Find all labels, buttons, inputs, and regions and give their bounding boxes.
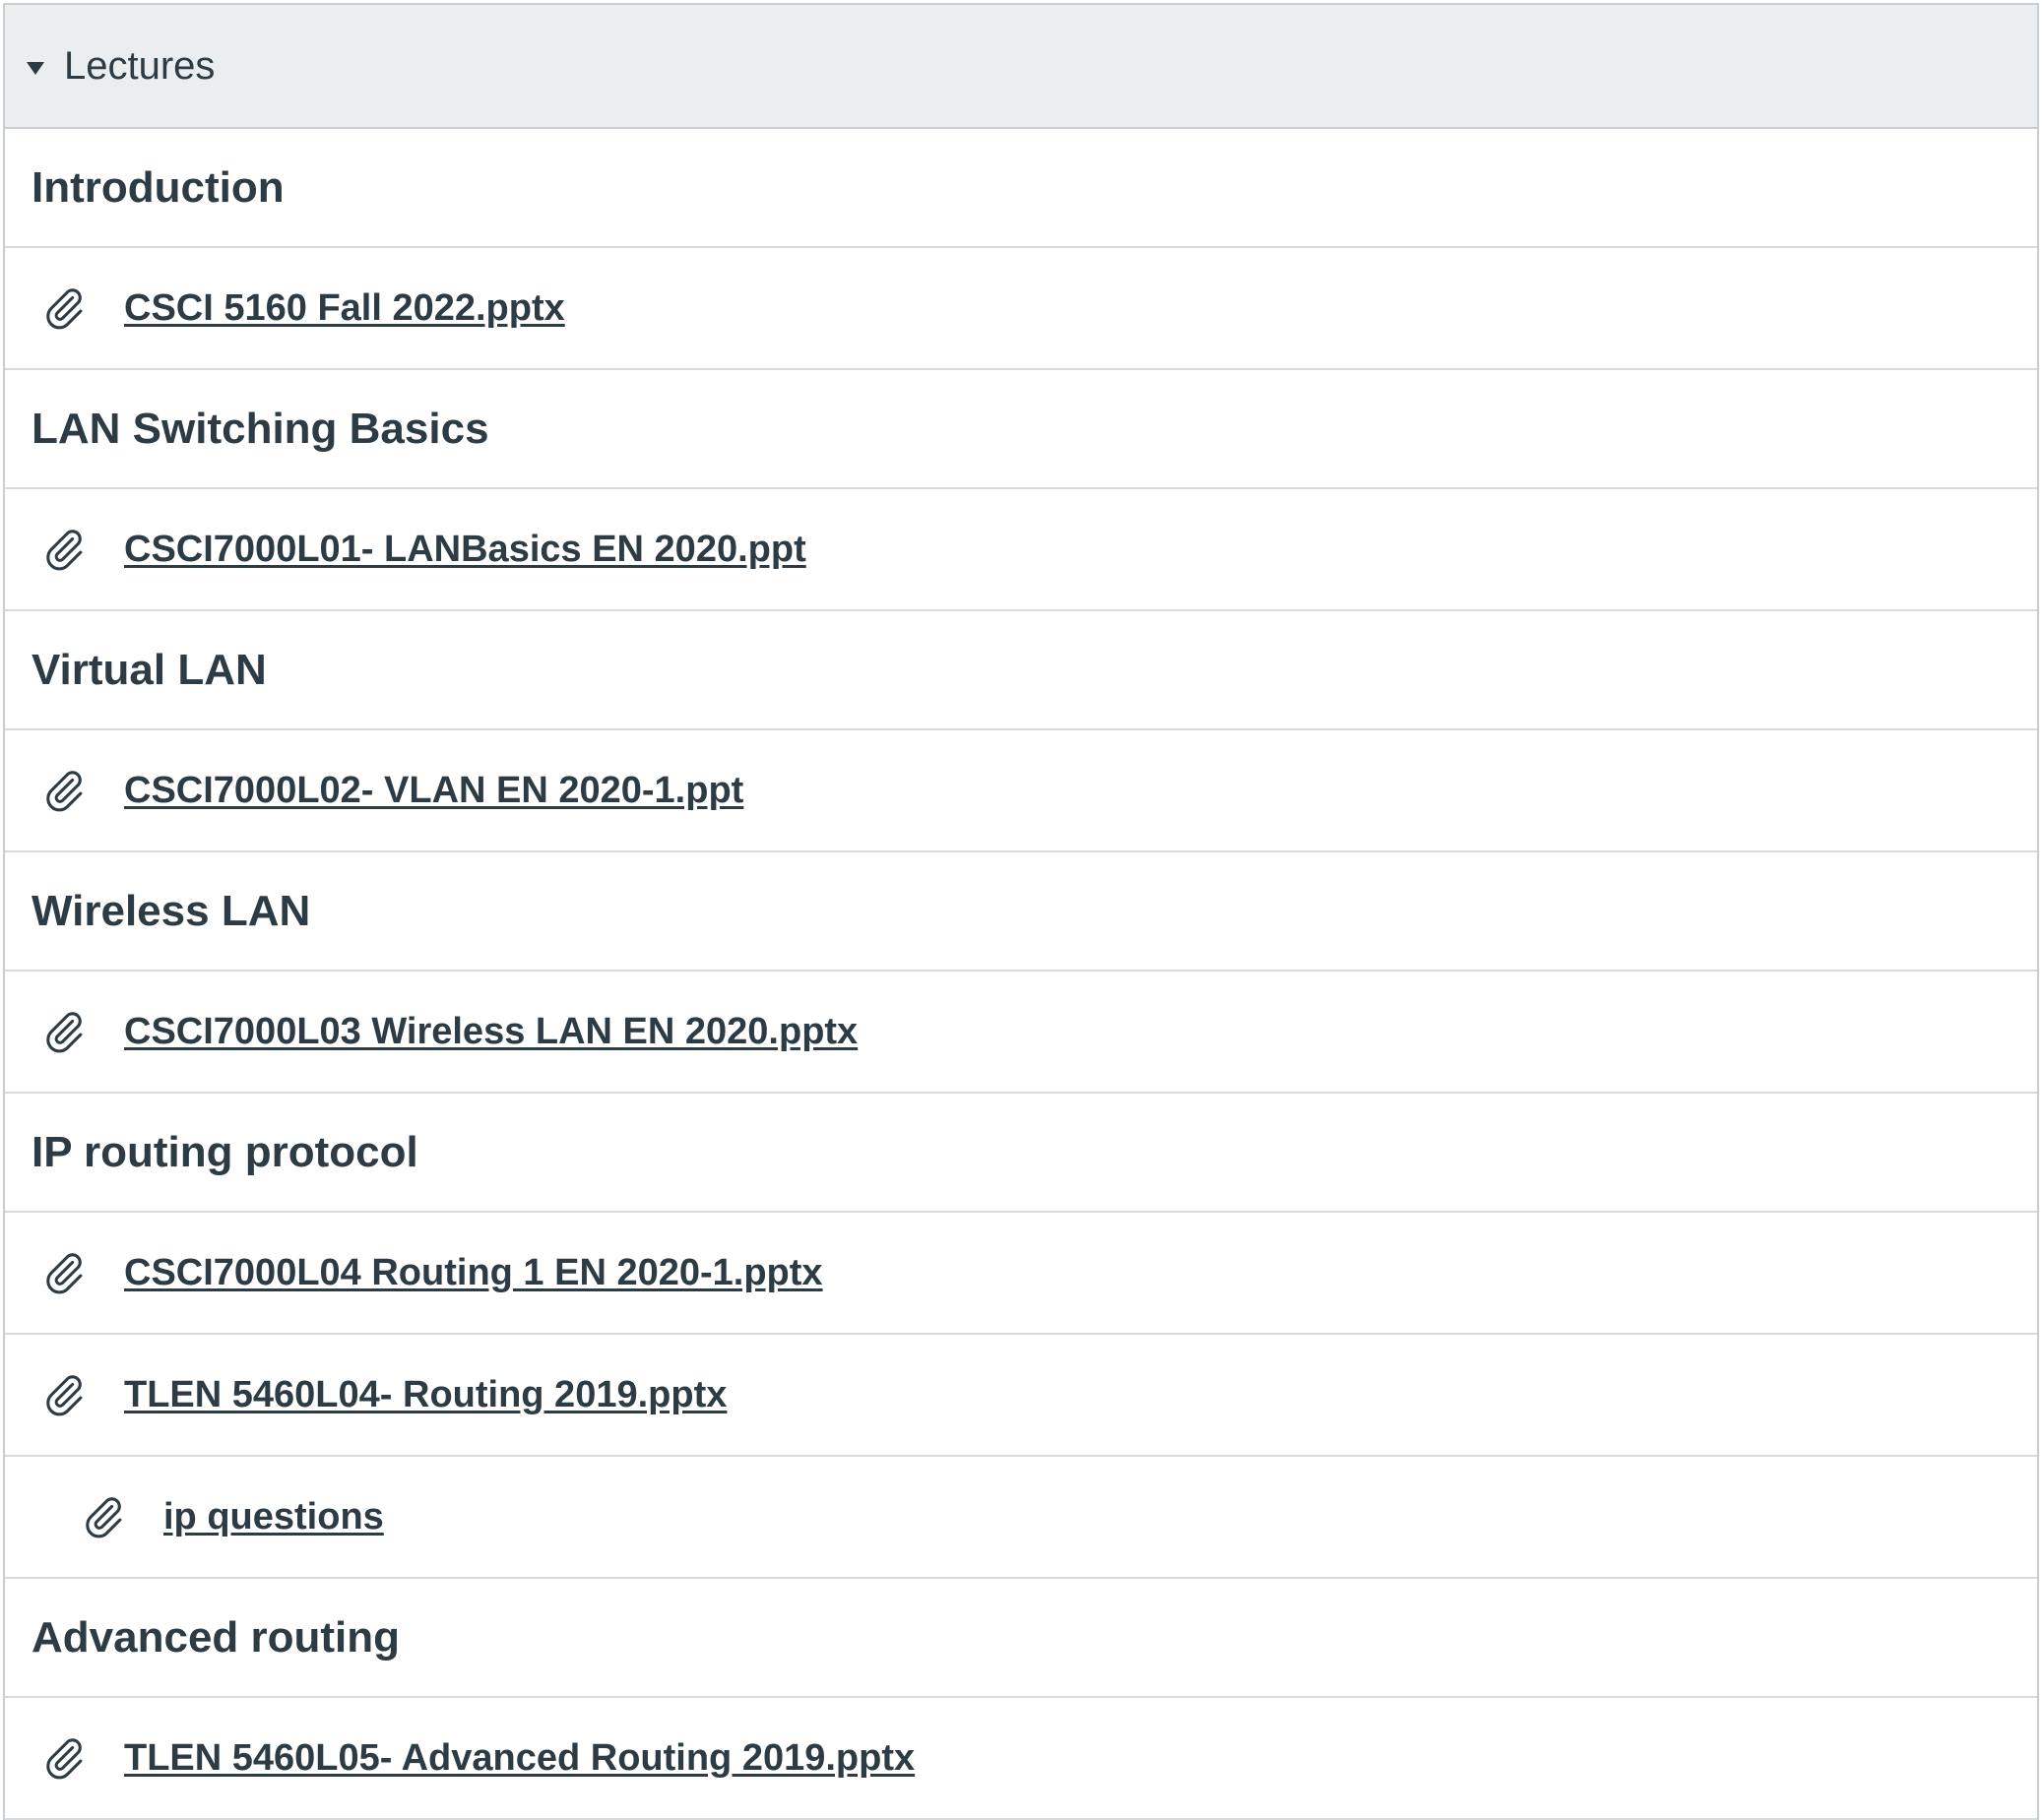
subheader-text: Wireless LAN (32, 886, 311, 935)
subheader-text: Introduction (32, 162, 285, 212)
file-link[interactable]: CSCI7000L02- VLAN EN 2020-1.ppt (124, 770, 743, 812)
subheader-advanced-routing: Advanced routing (5, 1579, 2037, 1698)
module-header[interactable]: Lectures (5, 5, 2037, 129)
subheader-text: Virtual LAN (32, 645, 267, 694)
caret-down-icon[interactable] (27, 61, 44, 75)
subheader-introduction: Introduction (5, 129, 2037, 248)
paperclip-icon (46, 771, 83, 812)
module-lectures: Lectures Introduction CSCI 5160 Fall 202… (3, 3, 2039, 1820)
list-item: CSCI 5160 Fall 2022.pptx (5, 248, 2037, 370)
subheader-virtual-lan: Virtual LAN (5, 611, 2037, 730)
file-link[interactable]: TLEN 5460L05- Advanced Routing 2019.pptx (124, 1737, 915, 1780)
subheader-text: Advanced routing (32, 1612, 401, 1662)
list-item: CSCI7000L03 Wireless LAN EN 2020.pptx (5, 972, 2037, 1094)
file-link[interactable]: CSCI7000L04 Routing 1 EN 2020-1.pptx (124, 1252, 823, 1294)
paperclip-icon (46, 1738, 83, 1780)
paperclip-icon (46, 1375, 83, 1416)
file-link[interactable]: ip questions (163, 1496, 384, 1538)
file-link[interactable]: CSCI 5160 Fall 2022.pptx (124, 287, 565, 330)
paperclip-icon (86, 1497, 122, 1538)
list-item: TLEN 5460L04- Routing 2019.pptx (5, 1335, 2037, 1457)
subheader-text: LAN Switching Basics (32, 404, 489, 453)
subheader-text: IP routing protocol (32, 1127, 418, 1176)
list-item: CSCI7000L02- VLAN EN 2020-1.ppt (5, 730, 2037, 852)
subheader-ip-routing-protocol: IP routing protocol (5, 1094, 2037, 1213)
file-link[interactable]: CSCI7000L01- LANBasics EN 2020.ppt (124, 529, 806, 571)
module-title: Lectures (64, 43, 216, 88)
list-item: CSCI7000L04 Routing 1 EN 2020-1.pptx (5, 1213, 2037, 1335)
paperclip-icon (46, 530, 83, 571)
subheader-lan-switching-basics: LAN Switching Basics (5, 370, 2037, 489)
file-link[interactable]: TLEN 5460L04- Routing 2019.pptx (124, 1374, 727, 1416)
list-item: TLEN 5460L05- Advanced Routing 2019.pptx (5, 1698, 2037, 1820)
list-item: ip questions (5, 1457, 2037, 1579)
paperclip-icon (46, 288, 83, 330)
paperclip-icon (46, 1253, 83, 1294)
file-link[interactable]: CSCI7000L03 Wireless LAN EN 2020.pptx (124, 1011, 858, 1053)
subheader-wireless-lan: Wireless LAN (5, 852, 2037, 972)
list-item: CSCI7000L01- LANBasics EN 2020.ppt (5, 489, 2037, 611)
paperclip-icon (46, 1012, 83, 1053)
